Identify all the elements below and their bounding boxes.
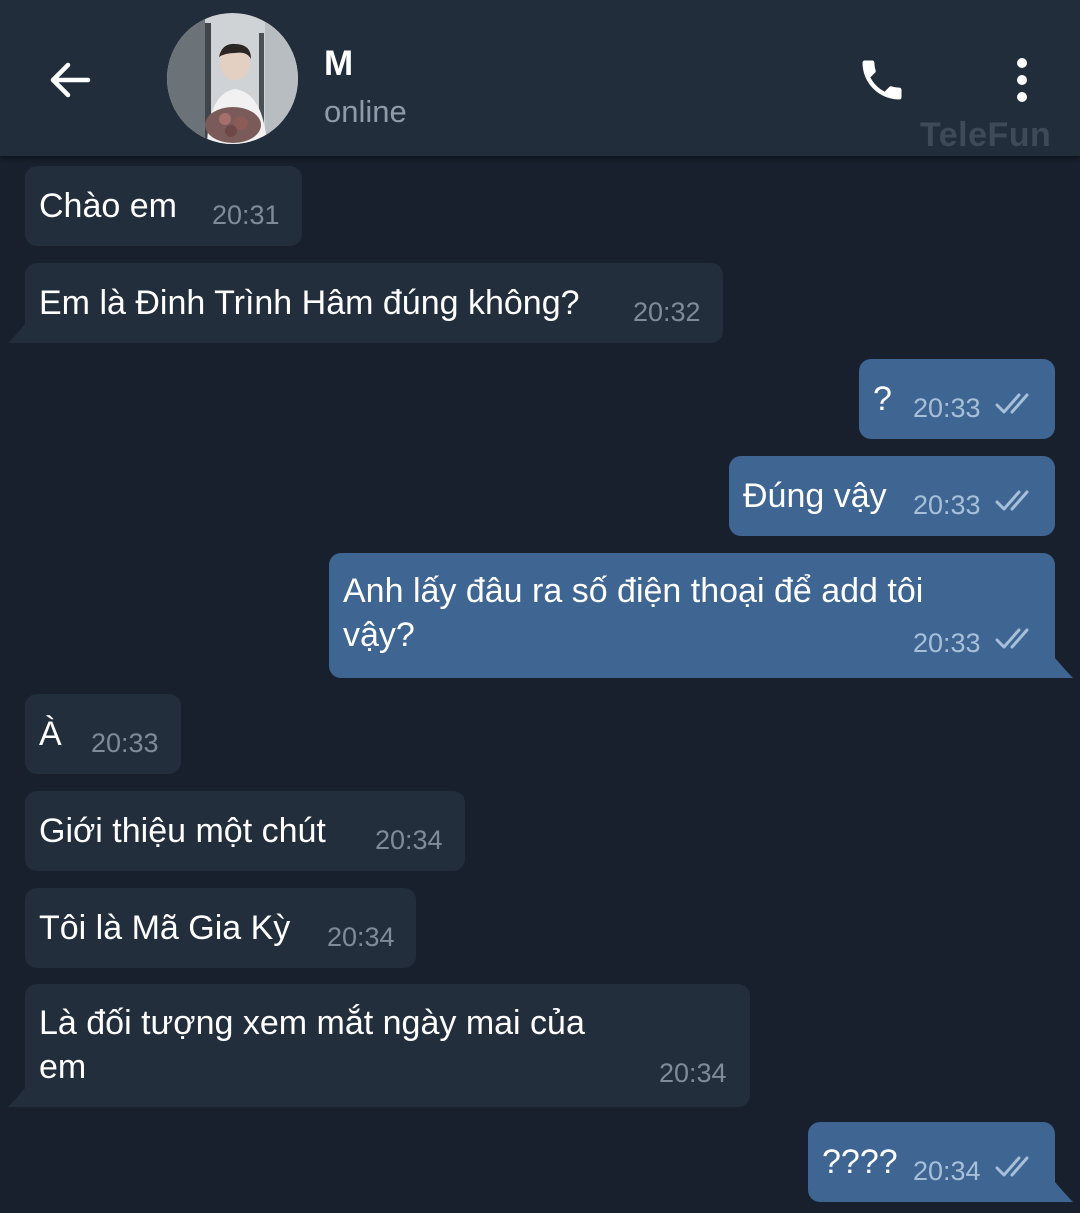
call-button[interactable] (852, 50, 912, 110)
double-check-icon (995, 1156, 1029, 1177)
message-text: Là đối tượng xem mắt ngày mai của em (39, 1004, 585, 1086)
message-outgoing[interactable]: ? 20:33 (859, 359, 1055, 439)
message-text: Em là Đinh Trình Hâm đúng không? (39, 284, 580, 322)
message-text: Giới thiệu một chút (39, 812, 326, 850)
watermark: TeleFun (920, 116, 1052, 154)
message-time: 20:32 (633, 297, 701, 327)
message-time: 20:34 (913, 1156, 981, 1186)
message-text: Chào em (39, 187, 177, 225)
message-outgoing[interactable]: Anh lấy đâu ra số điện thoại để add tôi … (329, 553, 1055, 678)
bubble-tail (1055, 658, 1073, 678)
phone-icon (862, 60, 902, 100)
avatar-photo (167, 13, 298, 144)
more-vertical-icon (1017, 58, 1027, 102)
message-text: Tôi là Mã Gia Kỳ (39, 909, 291, 947)
more-options-button[interactable] (998, 50, 1046, 110)
message-time: 20:34 (327, 922, 395, 952)
message-text: Đúng vậy (743, 477, 887, 515)
double-check-icon (995, 628, 1029, 649)
double-check-icon (995, 490, 1029, 511)
message-time: 20:31 (212, 200, 280, 230)
chat-header: M online TeleFun (0, 0, 1080, 156)
back-button[interactable] (40, 50, 100, 110)
avatar[interactable] (167, 13, 298, 144)
message-incoming[interactable]: Tôi là Mã Gia Kỳ 20:34 (25, 888, 416, 968)
bubble-tail (8, 1087, 26, 1107)
arrow-left-icon (50, 62, 91, 98)
message-incoming[interactable]: Giới thiệu một chút 20:34 (25, 791, 465, 871)
message-time: 20:33 (913, 628, 981, 658)
contact-status: online (324, 94, 407, 129)
message-time: 20:34 (375, 825, 443, 855)
message-text: ???? (822, 1143, 898, 1181)
message-incoming[interactable]: Là đối tượng xem mắt ngày mai của em 20:… (25, 984, 750, 1107)
message-time: 20:33 (913, 393, 981, 423)
contact-name: M (324, 44, 354, 83)
message-incoming[interactable]: À 20:33 (25, 694, 181, 774)
message-text: Anh lấy đâu ra số điện thoại để add tôi … (343, 572, 924, 654)
double-check-icon (995, 393, 1029, 414)
bubble-tail (8, 323, 26, 343)
message-outgoing[interactable]: ???? 20:34 (808, 1122, 1055, 1202)
message-time: 20:34 (659, 1058, 727, 1088)
bubble-tail (1055, 1182, 1073, 1202)
message-incoming[interactable]: Chào em 20:31 (25, 166, 302, 246)
message-time: 20:33 (913, 490, 981, 520)
message-outgoing[interactable]: Đúng vậy 20:33 (729, 456, 1055, 536)
message-incoming[interactable]: Em là Đinh Trình Hâm đúng không? 20:32 (25, 263, 723, 343)
message-time: 20:33 (91, 728, 159, 758)
message-text: ? (873, 380, 892, 418)
message-text: À (39, 715, 62, 753)
